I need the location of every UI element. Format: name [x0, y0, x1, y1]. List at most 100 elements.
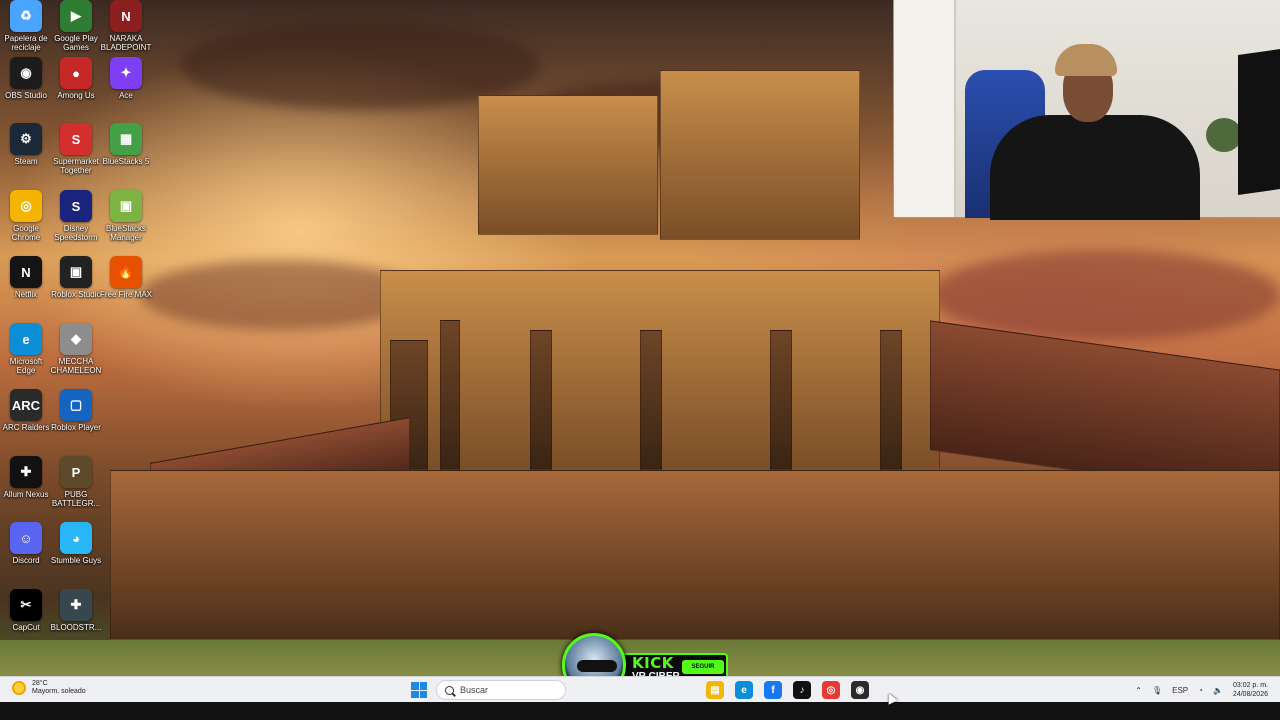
- desktop-shortcut-label: Stumble Guys: [50, 556, 102, 565]
- desktop-shortcut[interactable]: ⚙ Steam: [0, 123, 52, 166]
- roblox-studio-icon: ▣: [60, 256, 92, 288]
- temple-tower-left: [478, 95, 658, 235]
- kick-avatar-visor: [577, 660, 617, 672]
- screen-bottom-bar: [0, 702, 1280, 720]
- edge-taskbar-icon[interactable]: e: [735, 681, 753, 699]
- desktop-shortcut-label: Among Us: [57, 91, 95, 100]
- desktop-shortcut[interactable]: ▢ Roblox Player: [50, 389, 102, 432]
- temple-base: [110, 470, 1280, 640]
- file-explorer-icon[interactable]: ▤: [706, 681, 724, 699]
- weather-widget[interactable]: 28°C Mayorm. soleado: [12, 680, 86, 696]
- desktop-shortcut[interactable]: ▣ BlueStacks Manager: [100, 190, 152, 242]
- clock[interactable]: 03:02 p. m. 24/08/2026: [1233, 681, 1268, 699]
- wallpaper-cloud: [140, 260, 420, 330]
- bluestacks-manager-icon: ▣: [110, 190, 142, 222]
- desktop-shortcut[interactable]: N NARAKA BLADEPOINT: [100, 0, 152, 52]
- temple-pillar: [640, 330, 662, 470]
- desktop-shortcut-label: Roblox Studio: [51, 290, 101, 299]
- system-tray: ⌃ 🎙 ESP ◔ 🔈 03:02 p. m. 24/08/2026: [1135, 677, 1280, 703]
- obs-taskbar-icon[interactable]: ◉: [851, 681, 869, 699]
- microphone-icon[interactable]: 🎙: [1152, 686, 1162, 695]
- language-indicator[interactable]: ESP: [1172, 686, 1188, 695]
- desktop-shortcut-label: BlueStacks 5: [102, 157, 150, 166]
- nexus-icon: ✚: [10, 456, 42, 488]
- temple-tower-center: [660, 70, 860, 240]
- meccha-chameleon-icon: ◆: [60, 323, 92, 355]
- desktop-shortcut[interactable]: N Netflix: [0, 256, 52, 299]
- desktop-shortcut-label: Supermarket Together: [53, 157, 99, 175]
- kick-follow-label: SEGUIR: [691, 664, 715, 670]
- desktop-shortcut-label: Google Chrome: [11, 224, 41, 242]
- wifi-icon[interactable]: ◔: [1198, 686, 1203, 695]
- desktop-shortcut[interactable]: ▣ Roblox Studio: [50, 256, 102, 299]
- ace-icon: ✦: [110, 57, 142, 89]
- chevron-up-icon[interactable]: ⌃: [1135, 686, 1142, 695]
- temple-pillar: [770, 330, 792, 470]
- desktop-shortcut[interactable]: ▶ Google Play Games: [50, 0, 102, 52]
- roblox-player-icon: ▢: [60, 389, 92, 421]
- kick-logo: KICK: [632, 654, 674, 672]
- desktop-shortcut[interactable]: ARC ARC Raiders: [0, 389, 52, 432]
- desktop-shortcut-label: BlueStacks Manager: [105, 224, 147, 242]
- desktop-shortcut-label: ARC Raiders: [2, 423, 50, 432]
- desktop-shortcut[interactable]: ◎ Google Chrome: [0, 190, 52, 242]
- disney-speedstorm-icon: S: [60, 190, 92, 222]
- desktop-shortcut[interactable]: P PUBG BATTLEGR...: [50, 456, 102, 508]
- temple-pillar: [530, 330, 552, 470]
- desktop-shortcut[interactable]: ✦ Ace: [100, 57, 152, 100]
- search-icon: [445, 685, 454, 695]
- desktop-shortcut-label: Netflix: [14, 290, 38, 299]
- facebook-icon[interactable]: f: [764, 681, 782, 699]
- wallpaper-cloud: [930, 250, 1280, 340]
- desktop-shortcut[interactable]: S Disney Speedstorm: [50, 190, 102, 242]
- desktop-shortcut-label: Roblox Player: [51, 423, 101, 432]
- windows-logo-icon: [419, 690, 427, 698]
- arc-raiders-icon: ARC: [10, 389, 42, 421]
- desktop-shortcut-label: Papelera de reciclaje: [4, 34, 48, 52]
- desktop-shortcut[interactable]: ☺ Discord: [0, 522, 52, 565]
- kick-follow-button[interactable]: SEGUIR: [682, 660, 724, 674]
- edge-icon: e: [10, 323, 42, 355]
- among-us-icon: ●: [60, 57, 92, 89]
- desktop-shortcut[interactable]: ✂ CapCut: [0, 589, 52, 632]
- desktop-shortcut-label: PUBG BATTLEGR...: [51, 490, 101, 508]
- desktop-shortcut-label: Google Play Games: [54, 34, 98, 52]
- start-button[interactable]: [411, 682, 427, 698]
- desktop-shortcut[interactable]: ▦ BlueStacks 5: [100, 123, 152, 166]
- webcam-person: [990, 115, 1200, 220]
- desktop-shortcut-label: CapCut: [12, 623, 40, 632]
- stumble-guys-icon: ◕: [60, 522, 92, 554]
- taskbar-search[interactable]: Buscar: [436, 680, 566, 700]
- desktop-shortcut[interactable]: ◕ Stumble Guys: [50, 522, 102, 565]
- windows-logo-icon: [411, 690, 419, 698]
- desktop-shortcut[interactable]: ✚ BLOODSTR...: [50, 589, 102, 632]
- chrome-taskbar-icon[interactable]: ◎: [822, 681, 840, 699]
- webcam-door: [894, 0, 956, 217]
- webcam-monitor: [1238, 49, 1280, 195]
- desktop-shortcut[interactable]: S Supermarket Together: [50, 123, 102, 175]
- clock-time: 03:02 p. m.: [1232, 682, 1268, 689]
- capcut-icon: ✂: [10, 589, 42, 621]
- recycle-bin-icon: ♻: [10, 0, 42, 32]
- search-placeholder: Buscar: [460, 685, 489, 695]
- desktop-shortcut-label: Steam: [14, 157, 38, 166]
- desktop-shortcut[interactable]: e Microsoft Edge: [0, 323, 52, 375]
- desktop-shortcut[interactable]: ♻ Papelera de reciclaje: [0, 0, 52, 52]
- desktop-shortcut[interactable]: ✚ Allum Nexus: [0, 456, 52, 499]
- desktop-shortcut[interactable]: ● Among Us: [50, 57, 102, 100]
- desktop-shortcut[interactable]: ◆ MECCHA CHAMELEON: [50, 323, 102, 375]
- desktop-shortcut-label: Discord: [12, 556, 40, 565]
- obs-icon: ◉: [10, 57, 42, 89]
- netflix-icon: N: [10, 256, 42, 288]
- desktop-shortcut[interactable]: 🔥 Free Fire MAX: [100, 256, 152, 299]
- weather-description: Mayorm. soleado: [32, 688, 86, 695]
- desktop-shortcut[interactable]: ◉ OBS Studio: [0, 57, 52, 100]
- chrome-icon: ◎: [10, 190, 42, 222]
- desktop-shortcut-label: Microsoft Edge: [9, 357, 43, 375]
- windows-logo-icon: [411, 682, 419, 690]
- volume-icon[interactable]: 🔈: [1213, 686, 1223, 695]
- windows-logo-icon: [419, 682, 427, 690]
- tiktok-icon[interactable]: ♪: [793, 681, 811, 699]
- desktop-shortcut-label: BLOODSTR...: [50, 623, 102, 632]
- sun-icon: [12, 681, 26, 695]
